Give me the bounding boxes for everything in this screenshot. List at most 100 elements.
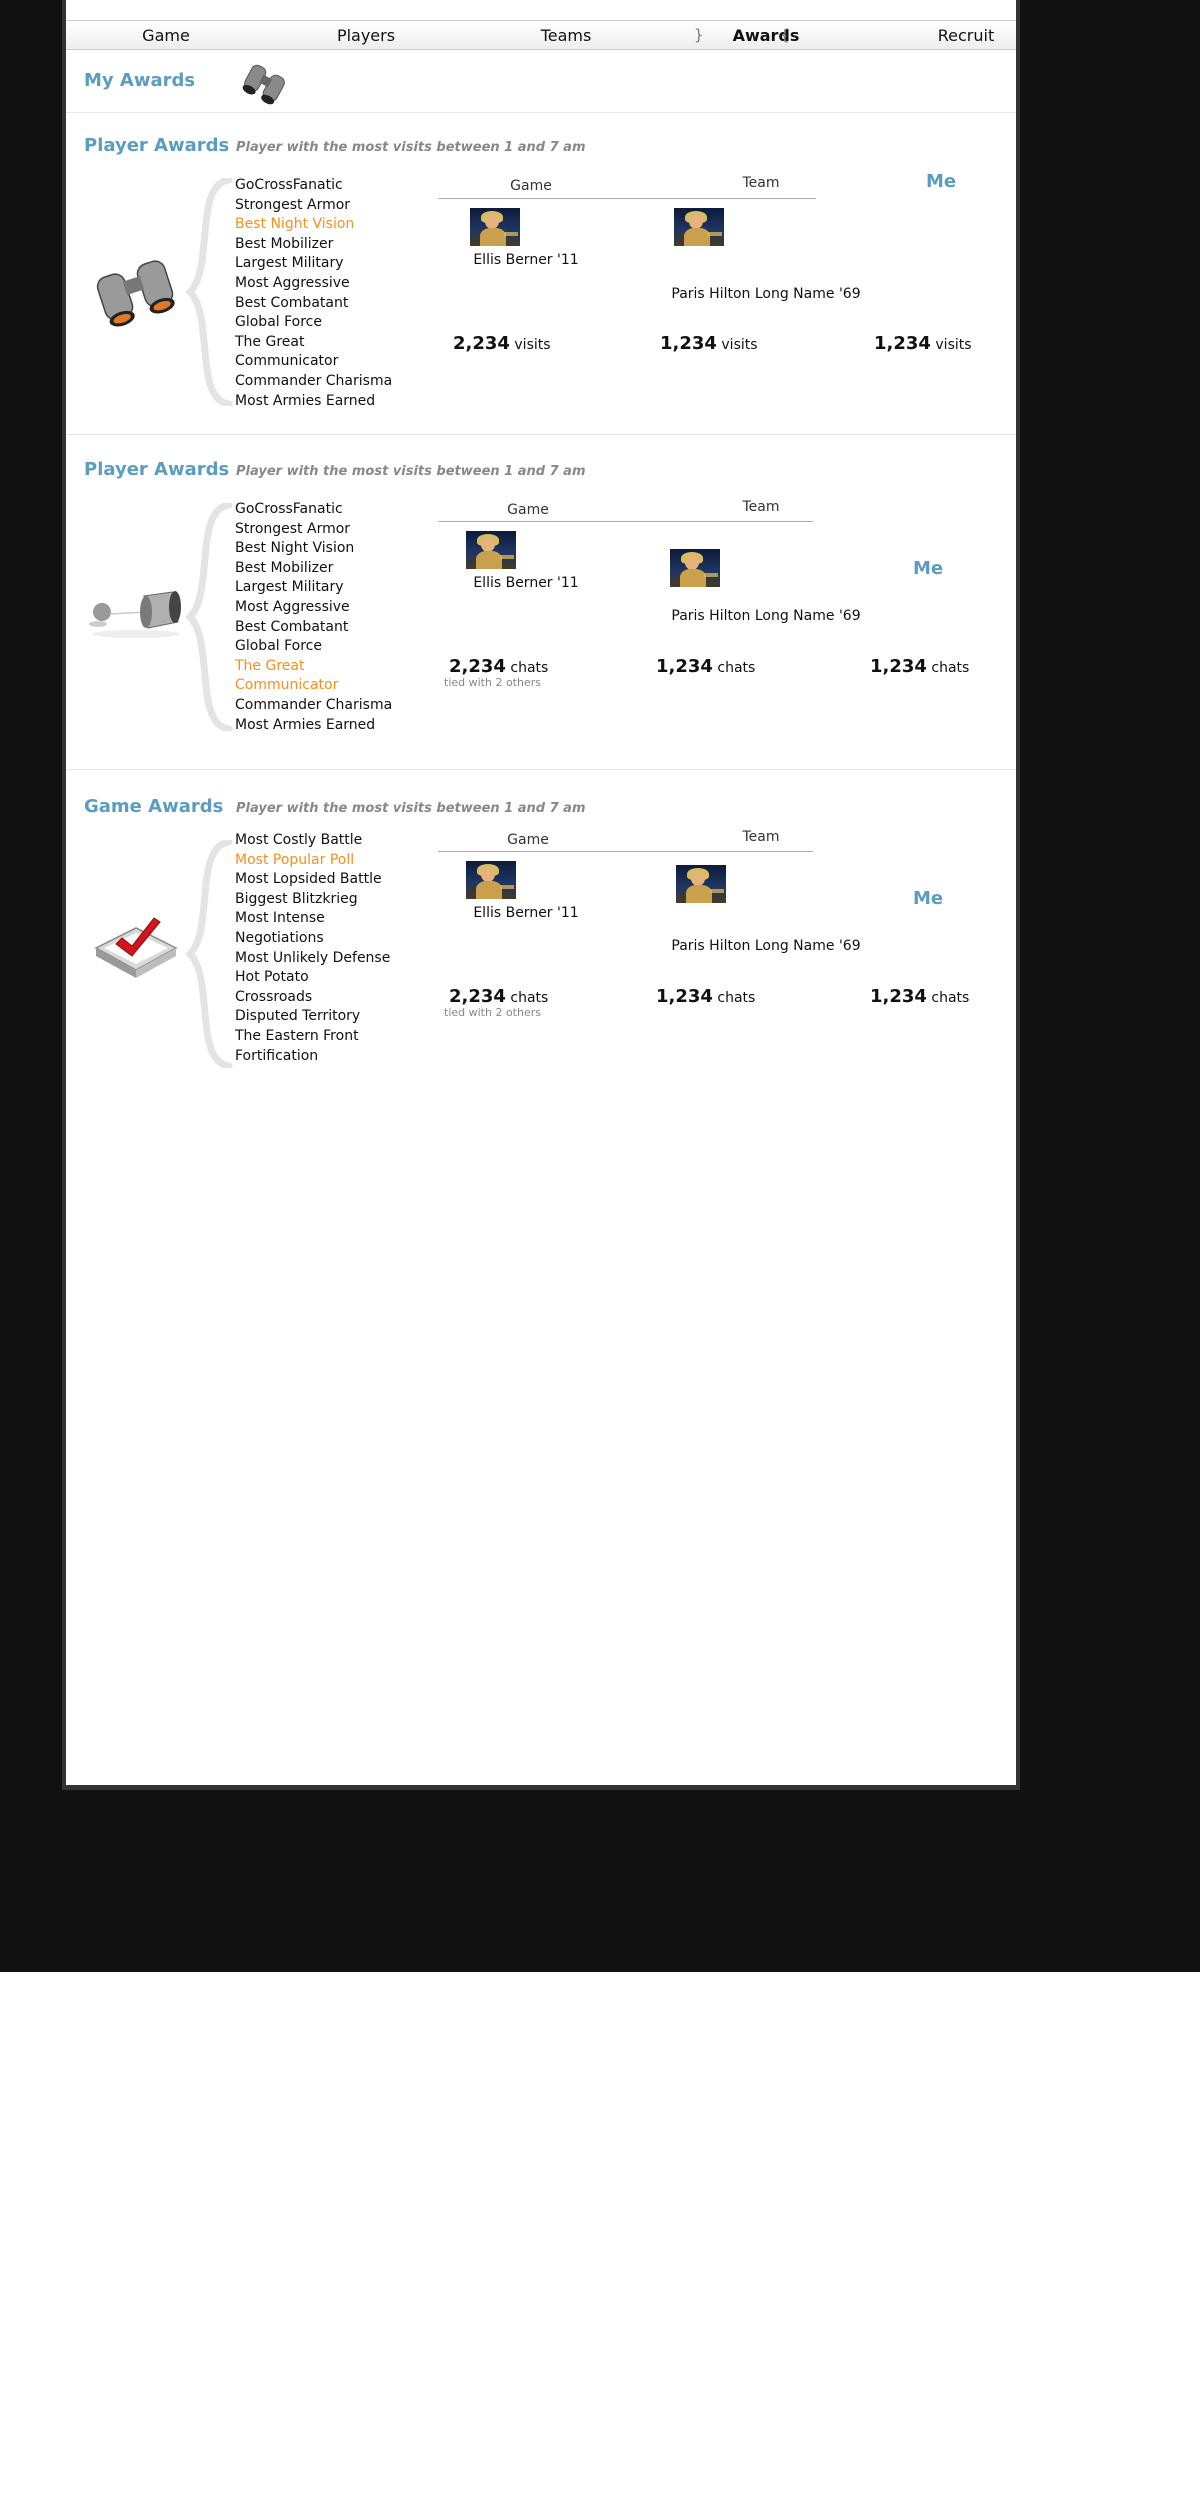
game-winner-avatar[interactable] <box>466 861 516 899</box>
nav-item-game[interactable]: Game <box>106 21 226 51</box>
award-item[interactable]: The Eastern Front <box>235 1027 395 1047</box>
nav-item-awards[interactable]: Awards <box>706 21 826 51</box>
me-stat: 1,234 chats <box>870 656 969 677</box>
stat-unit: chats <box>931 660 970 676</box>
team-winner-avatar[interactable] <box>676 865 726 903</box>
game-winner-avatar[interactable] <box>466 531 516 569</box>
team-stat-value: 1,234 <box>660 333 717 354</box>
game-stat: 2,234 visits <box>453 333 551 354</box>
team-winner-name[interactable]: Paris Hilton Long Name '69 <box>616 286 916 302</box>
awards-list: GoCrossFanatic Strongest Armor Best Nigh… <box>235 176 395 411</box>
award-item[interactable]: Hot Potato <box>235 968 395 988</box>
award-item[interactable]: Strongest Armor <box>235 196 395 216</box>
game-stat: 2,234 chats <box>449 986 548 1007</box>
column-underline <box>438 521 813 522</box>
award-item[interactable]: Best Combatant <box>235 618 395 638</box>
game-stat-value: 2,234 <box>449 656 506 677</box>
section-title: Game Awards <box>84 796 224 817</box>
list-brace <box>185 178 233 406</box>
team-winner-name[interactable]: Paris Hilton Long Name '69 <box>616 938 916 954</box>
column-underline <box>438 851 813 852</box>
award-item[interactable]: The Great Communicator <box>235 333 395 372</box>
award-item[interactable]: Best Mobilizer <box>235 559 395 579</box>
team-stat-value: 1,234 <box>656 656 713 677</box>
award-item[interactable]: Most Unlikely Defense <box>235 949 395 969</box>
award-item-selected[interactable]: Best Night Vision <box>235 215 395 235</box>
stat-unit: visits <box>935 337 972 353</box>
team-column-header: Team <box>742 175 780 191</box>
stat-unit: chats <box>510 660 549 676</box>
tie-note: tied with 2 others <box>444 676 541 689</box>
nav-item-players[interactable]: Players <box>306 21 426 51</box>
game-stat: 2,234 chats <box>449 656 548 677</box>
award-item[interactable]: GoCrossFanatic <box>235 500 395 520</box>
section-divider <box>66 112 1016 113</box>
award-description: Player with the most visits between 1 an… <box>236 464 586 479</box>
binoculars-icon[interactable] <box>236 62 292 106</box>
award-item[interactable]: Fortification <box>235 1047 395 1067</box>
stat-unit: chats <box>717 990 756 1006</box>
me-stat: 1,234 visits <box>874 333 972 354</box>
award-item[interactable]: Most Armies Earned <box>235 716 395 736</box>
award-item[interactable]: Most Lopsided Battle <box>235 870 395 890</box>
award-item[interactable]: Most Aggressive <box>235 274 395 294</box>
me-label[interactable]: Me <box>888 888 968 909</box>
me-stat: 1,234 chats <box>870 986 969 1007</box>
team-winner-avatar[interactable] <box>670 549 720 587</box>
award-item[interactable]: Most Costly Battle <box>235 831 395 851</box>
awards-list: GoCrossFanatic Strongest Armor Best Nigh… <box>235 500 395 735</box>
award-item[interactable]: Most Aggressive <box>235 598 395 618</box>
award-item[interactable]: Best Mobilizer <box>235 235 395 255</box>
award-item-selected[interactable]: The Great Communicator <box>235 657 395 696</box>
award-item[interactable]: Best Combatant <box>235 294 395 314</box>
award-item[interactable]: Crossroads <box>235 988 395 1008</box>
nav-brace-right: { <box>780 26 790 44</box>
me-label[interactable]: Me <box>888 558 968 579</box>
award-item[interactable]: Disputed Territory <box>235 1007 395 1027</box>
team-stat: 1,234 chats <box>656 656 755 677</box>
award-item[interactable]: Largest Military <box>235 254 395 274</box>
me-stat-value: 1,234 <box>870 656 927 677</box>
binoculars-icon <box>86 250 186 330</box>
game-winner-name[interactable]: Ellis Berner '11 <box>436 575 616 591</box>
award-item-selected[interactable]: Most Popular Poll <box>235 851 395 871</box>
award-item[interactable]: Most Armies Earned <box>235 392 395 412</box>
my-awards-title: My Awards <box>84 70 196 91</box>
stat-unit: chats <box>717 660 756 676</box>
game-stat-value: 2,234 <box>453 333 510 354</box>
award-item[interactable]: Commander Charisma <box>235 372 395 392</box>
nav-item-recruit[interactable]: Recruit <box>906 21 1026 51</box>
game-stat-value: 2,234 <box>449 986 506 1007</box>
stat-unit: visits <box>514 337 551 353</box>
awards-list: Most Costly Battle Most Popular Poll Mos… <box>235 831 395 1066</box>
team-column-header: Team <box>742 829 780 845</box>
award-item[interactable]: Commander Charisma <box>235 696 395 716</box>
me-label[interactable]: Me <box>901 171 981 192</box>
game-winner-name[interactable]: Ellis Berner '11 <box>436 905 616 921</box>
team-winner-name[interactable]: Paris Hilton Long Name '69 <box>616 608 916 624</box>
award-description: Player with the most visits between 1 an… <box>236 801 586 816</box>
section-title: Player Awards <box>84 459 230 480</box>
ballot-checkmark-icon <box>88 908 184 986</box>
tin-can-phone-icon <box>86 582 186 642</box>
award-item[interactable]: Global Force <box>235 313 395 333</box>
column-underline <box>438 198 816 199</box>
game-winner-avatar[interactable] <box>470 208 520 246</box>
nav-item-teams[interactable]: Teams <box>506 21 626 51</box>
award-item[interactable]: Biggest Blitzkrieg <box>235 890 395 910</box>
award-item[interactable]: GoCrossFanatic <box>235 176 395 196</box>
team-winner-avatar[interactable] <box>674 208 724 246</box>
award-description: Player with the most visits between 1 an… <box>236 140 586 155</box>
award-item[interactable]: Strongest Armor <box>235 520 395 540</box>
award-item[interactable]: Largest Military <box>235 578 395 598</box>
award-item[interactable]: Best Night Vision <box>235 539 395 559</box>
stat-unit: visits <box>721 337 758 353</box>
tie-note: tied with 2 others <box>444 1006 541 1019</box>
me-stat-value: 1,234 <box>870 986 927 1007</box>
award-item[interactable]: Global Force <box>235 637 395 657</box>
game-column-header: Game <box>507 832 549 848</box>
list-brace <box>185 840 233 1068</box>
award-item[interactable]: Most Intense Negotiations <box>235 909 395 948</box>
game-winner-name[interactable]: Ellis Berner '11 <box>436 252 616 268</box>
team-stat-value: 1,234 <box>656 986 713 1007</box>
